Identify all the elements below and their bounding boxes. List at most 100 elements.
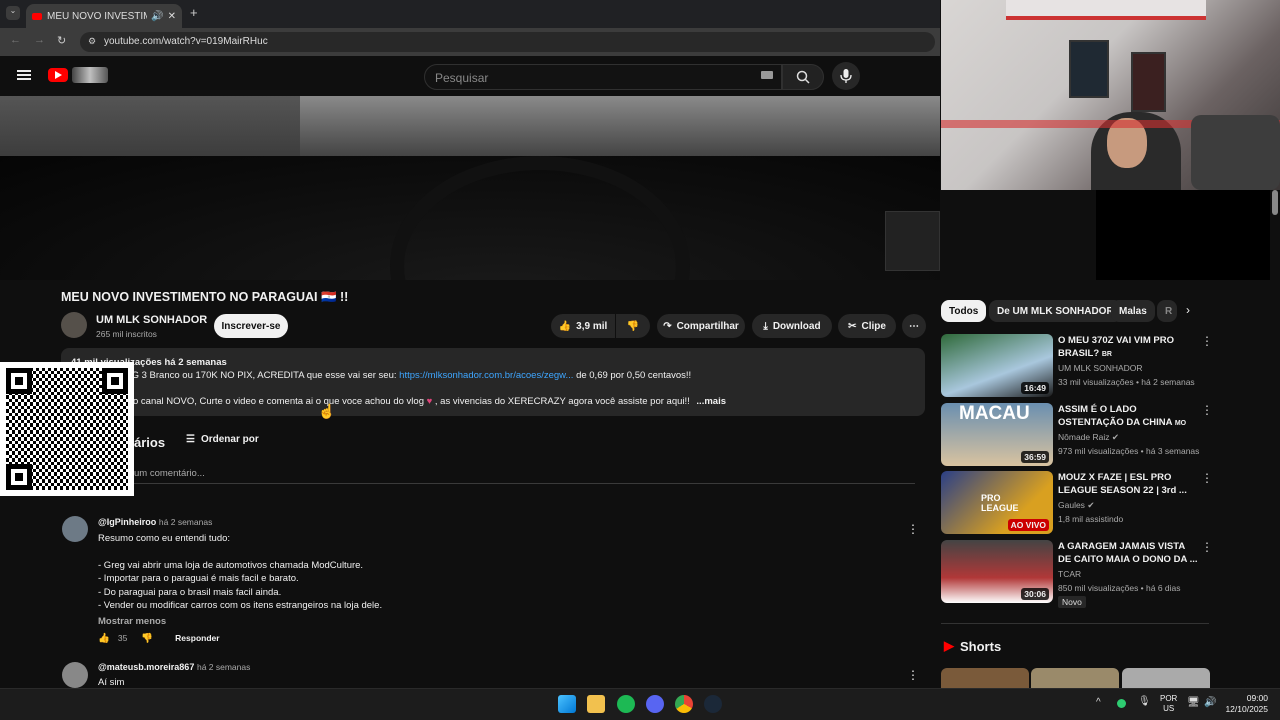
channel-name: UM MLK SONHADOR (1058, 363, 1143, 373)
more-actions-button[interactable]: ⋯ (902, 314, 926, 338)
video-thumbnail[interactable]: PRO LEAGUE AO VIVO (941, 471, 1053, 534)
file-explorer-icon[interactable] (587, 695, 605, 713)
show-more-link[interactable]: ...mais (696, 396, 726, 407)
steam-icon[interactable] (704, 695, 722, 713)
sort-button[interactable]: ☰ Ordenar por (186, 434, 259, 445)
more-vertical-icon[interactable]: ⋮ (1201, 403, 1213, 417)
tray-status-icon[interactable] (1117, 699, 1126, 708)
video-stats: 973 mil visualizações • há 3 semanas (1058, 446, 1200, 456)
recommendation-item[interactable]: 30:06 A GARAGEM JAMAIS VISTA DE CAITO MA… (941, 540, 1213, 608)
thumbnail-text: MACAU (959, 403, 1030, 424)
reload-icon[interactable]: ↻ (57, 34, 66, 47)
scrollbar-thumb[interactable] (1272, 190, 1278, 215)
add-comment-input[interactable]: um comentário... (134, 468, 915, 484)
chips-next-icon[interactable]: › (1186, 303, 1190, 317)
dislike-button[interactable]: 👎 (616, 314, 650, 338)
thumbs-down-icon: 👎 (626, 320, 640, 332)
site-info-icon[interactable]: ⚙ (88, 36, 96, 47)
qr-finder (102, 368, 128, 394)
short-thumbnail[interactable] (1031, 668, 1119, 688)
description-link[interactable]: https://mlksonhador.com.br/acoes/zegw... (399, 370, 573, 381)
chip-malas[interactable]: Malas (1111, 300, 1155, 322)
download-button[interactable]: ⤓ Download (752, 314, 832, 338)
comment-line: - Vender ou modificar carros com os iten… (98, 600, 383, 611)
like-button[interactable]: 👍 3,9 mil (551, 314, 615, 338)
search-input[interactable]: Pesquisar (424, 64, 782, 90)
comment-line: Aí sim (98, 677, 125, 688)
search-button[interactable] (782, 64, 824, 90)
overlay-black-panel (1096, 190, 1270, 280)
keyboard-icon[interactable] (761, 71, 773, 79)
video-title: MEU NOVO INVESTIMENTO NO PARAGUAI 🇵🇾 !! (61, 290, 349, 304)
comment-menu-icon[interactable]: ⋮ (907, 668, 919, 682)
short-thumbnail[interactable] (1122, 668, 1210, 688)
clip-label: Clipe (861, 320, 886, 332)
more-vertical-icon[interactable]: ⋮ (1201, 540, 1213, 554)
discord-icon[interactable] (646, 695, 664, 713)
thumbnail-text: PRO LEAGUE (981, 493, 1019, 513)
video-thumbnail[interactable]: MACAU 36:59 (941, 403, 1053, 466)
description-box[interactable]: 41 mil visualizações há 2 semanas GTI ST… (61, 348, 925, 416)
comment-avatar[interactable] (62, 516, 88, 542)
like-count: 3,9 mil (576, 320, 608, 332)
language-indicator[interactable]: POR US (1160, 694, 1177, 714)
more-vertical-icon[interactable]: ⋮ (1201, 334, 1213, 348)
scissors-icon: ✂ (848, 320, 857, 332)
comment-avatar[interactable] (62, 662, 88, 688)
recommendation-item[interactable]: PRO LEAGUE AO VIVO MOUZ X FAZE | ESL PRO… (941, 471, 1213, 535)
video-thumbnail[interactable]: 16:49 (941, 334, 1053, 397)
video-player[interactable] (0, 96, 940, 280)
new-badge: Novo (1058, 596, 1086, 608)
chip-partial[interactable]: R (1157, 300, 1177, 322)
comment: @IgPinheiroo há 2 semanas Resumo como eu… (98, 517, 898, 644)
chip-channel[interactable]: De UM MLK SONHADOR (989, 300, 1122, 322)
description-line1: GTI STG 3 Branco ou 170K NO PIX, ACREDIT… (101, 370, 397, 381)
new-tab-icon[interactable]: + (190, 5, 198, 20)
youtube-logo[interactable] (48, 68, 68, 82)
subscribe-button[interactable]: Inscrever-se (214, 314, 288, 338)
back-icon[interactable]: ← (10, 34, 21, 46)
comment-author[interactable]: @mateusb.moreira867 (98, 662, 194, 672)
browser-tab[interactable]: MEU NOVO INVESTIMENTO 🔊 ✕ (26, 4, 182, 28)
comment: @mateusb.moreira867 há 2 semanas Aí sim (98, 662, 250, 688)
more-vertical-icon[interactable]: ⋮ (1201, 471, 1213, 485)
doodle-logo[interactable] (72, 67, 108, 83)
chip-label: Malas (1119, 305, 1147, 317)
network-icon[interactable]: 🖥 (1187, 697, 1200, 708)
menu-icon[interactable] (17, 70, 31, 80)
close-tab-icon[interactable]: ✕ (168, 11, 176, 22)
spotify-icon[interactable] (617, 695, 635, 713)
recommendation-item[interactable]: MACAU 36:59 ASSIM É O LADO OSTENTAÇÃO DA… (941, 403, 1213, 467)
short-thumbnail[interactable] (941, 668, 1029, 688)
volume-icon[interactable]: 🔊 (1204, 697, 1216, 708)
voice-search-button[interactable] (832, 62, 860, 90)
chrome-icon[interactable] (675, 695, 693, 713)
comment-author[interactable]: @IgPinheiroo (98, 517, 156, 527)
video-title: MOUZ X FAZE | ESL PRO LEAGUE SEASON 22 |… (1058, 472, 1187, 496)
road-scene (300, 96, 940, 156)
comment-like-icon[interactable]: 👍 (98, 633, 110, 644)
poster-frame (1069, 40, 1109, 98)
live-badge: AO VIVO (1007, 519, 1049, 531)
tray-up-arrow-icon[interactable]: ^ (1096, 697, 1101, 708)
hand-cursor-icon: ☝ (318, 403, 336, 419)
reply-button[interactable]: Responder (175, 633, 219, 643)
car-screen (885, 211, 940, 271)
channel-avatar[interactable] (61, 312, 87, 338)
clip-button[interactable]: ✂ Clipe (838, 314, 896, 338)
webcam-overlay (941, 0, 1280, 190)
show-less-link[interactable]: Mostrar menos (98, 616, 898, 627)
comment-dislike-icon[interactable]: 👎 (141, 633, 153, 644)
comment-menu-icon[interactable]: ⋮ (907, 522, 919, 536)
channel-name[interactable]: UM MLK SONHADOR (96, 314, 207, 326)
forward-icon[interactable]: → (34, 34, 45, 46)
share-button[interactable]: ↷ Compartilhar (657, 314, 745, 338)
video-thumbnail[interactable]: 30:06 (941, 540, 1053, 603)
clock[interactable]: 09:00 12/10/2025 (1222, 693, 1268, 715)
start-icon[interactable] (558, 695, 576, 713)
recommendation-item[interactable]: 16:49 O MEU 370Z VAI VIM PRO BRASIL? BR … (941, 334, 1213, 398)
tray-mic-icon[interactable]: 🎙 (1138, 696, 1151, 707)
chip-all[interactable]: Todos (941, 300, 987, 322)
tab-list-chevron-icon[interactable]: ⌄ (6, 6, 20, 20)
url-field[interactable]: youtube.com/watch?v=019MairRHuc (80, 32, 935, 52)
